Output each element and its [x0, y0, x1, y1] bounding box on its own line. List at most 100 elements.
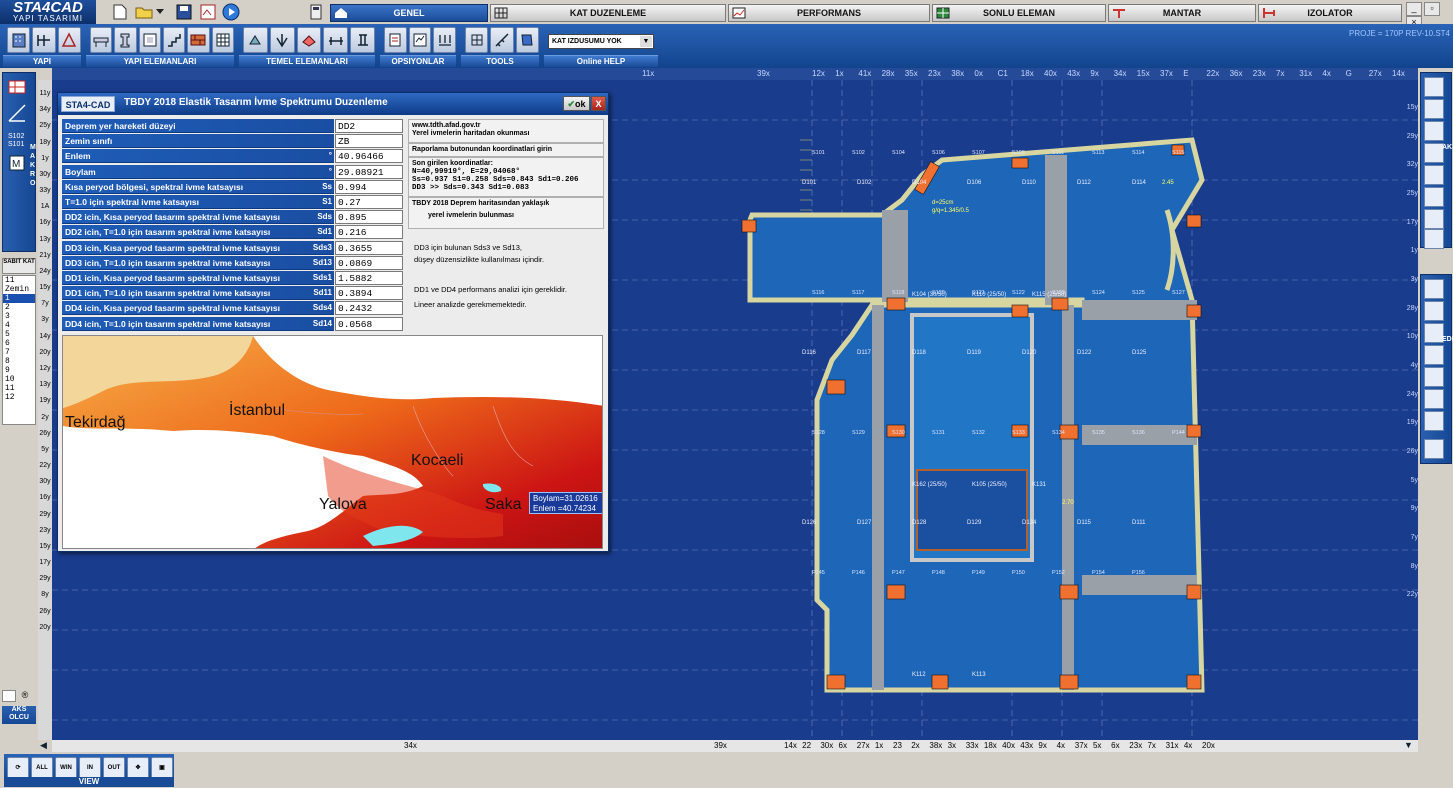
raporlama-box[interactable]: Raporlama butonundan koordinatlari girin	[408, 143, 604, 157]
floor-item[interactable]: 6	[3, 339, 35, 348]
param-value-field[interactable]: 0.895	[335, 210, 403, 225]
aks-slope-icon[interactable]	[1424, 99, 1444, 119]
save-icon[interactable]	[174, 2, 194, 22]
floor-item[interactable]: 4	[3, 321, 35, 330]
makro-wall-icon[interactable]	[7, 77, 27, 97]
kat-izdusumu-select[interactable]: KAT IZDUSUMU YOK ▼	[548, 34, 654, 49]
floor-item[interactable]: 1	[3, 294, 35, 303]
hazard-map[interactable]: Tekirdağ İstanbul Kocaeli Yalova Saka Bo…	[62, 335, 603, 549]
aks-angle-icon[interactable]	[1424, 165, 1444, 185]
aks-move-icon[interactable]	[1424, 121, 1444, 141]
zoom-in-icon[interactable]: IN	[79, 757, 101, 779]
edit-query-icon[interactable]	[1424, 345, 1444, 365]
pan-icon[interactable]: ✥	[127, 757, 149, 779]
restore-icon[interactable]: ▫	[1424, 2, 1440, 16]
scroll-left-icon[interactable]: ◀	[40, 740, 52, 752]
stair-icon[interactable]	[162, 27, 186, 53]
floor-item[interactable]: 9	[3, 366, 35, 375]
param-value-field[interactable]: 0.0869	[335, 255, 403, 270]
play-icon[interactable]	[221, 2, 241, 22]
param-value-field[interactable]: 0.216	[335, 225, 403, 240]
tie-beam-icon[interactable]	[323, 27, 349, 53]
floor-item[interactable]: 5	[3, 330, 35, 339]
footing-icon[interactable]	[243, 27, 268, 53]
tab-genel[interactable]: GENEL	[330, 4, 488, 22]
dialog-titlebar[interactable]: STA4-CAD TBDY 2018 Elastik Tasarım İvme …	[58, 93, 608, 115]
fit-screen-icon[interactable]: ▣	[151, 757, 173, 779]
new-file-icon[interactable]	[110, 2, 130, 22]
print-preview-icon[interactable]	[198, 2, 218, 22]
ok-button[interactable]: ✔ok	[563, 96, 590, 111]
close-dialog-button[interactable]: X	[591, 96, 606, 111]
makro-s102-icon[interactable]: S102S101	[7, 129, 27, 149]
tab-sonlu-eleman[interactable]: SONLU ELEMAN	[932, 4, 1106, 22]
edit-chart-icon[interactable]	[1424, 439, 1444, 459]
axis-dimension-icon[interactable]	[32, 27, 56, 53]
book-icon[interactable]	[515, 27, 539, 53]
aks-copy-icon[interactable]	[1424, 187, 1444, 207]
edit-move-icon[interactable]	[1424, 301, 1444, 321]
building-icon[interactable]	[7, 27, 31, 53]
param-value-field[interactable]: 0.3655	[335, 240, 403, 255]
column-icon[interactable]	[114, 27, 137, 53]
minimize-icon[interactable]: _	[1406, 2, 1422, 16]
floor-item[interactable]: 7	[3, 348, 35, 357]
param-value-field[interactable]: 0.3894	[335, 286, 403, 301]
scroll-down-icon[interactable]: ▼	[1404, 740, 1416, 752]
param-value-field[interactable]: 0.27	[335, 195, 403, 209]
param-value-field[interactable]: 1.5882	[335, 271, 403, 285]
calculator-icon[interactable]	[306, 2, 326, 22]
tab-kat-duzenleme[interactable]: KAT DUZENLEME	[490, 4, 726, 22]
param-value-field[interactable]: 0.0568	[335, 316, 403, 331]
floor-list[interactable]: 11 Zemin 1 2 3 4 5 6 7 8 9 10 11 12	[2, 275, 36, 425]
roof-icon[interactable]	[57, 27, 81, 53]
floor-item[interactable]: 11	[3, 276, 35, 285]
tab-mantar[interactable]: MANTAR	[1108, 4, 1256, 22]
floor-item[interactable]: 8	[3, 357, 35, 366]
slab-icon[interactable]	[138, 27, 161, 53]
open-dropdown-icon[interactable]	[154, 2, 166, 22]
zoom-out-icon[interactable]: OUT	[103, 757, 125, 779]
pile-icon[interactable]	[269, 27, 295, 53]
floor-item[interactable]: Zemin	[3, 285, 35, 294]
aks-diagonal-icon[interactable]	[1424, 229, 1444, 249]
afad-url[interactable]: www.tdth.afad.gov.tr	[412, 122, 600, 130]
tbdy-map-box[interactable]: TBDY 2018 Deprem haritasından yaklaşık y…	[408, 197, 604, 229]
measure-tool-icon[interactable]	[490, 27, 514, 53]
floor-item[interactable]: 11	[3, 384, 35, 393]
raft-icon[interactable]	[296, 27, 322, 53]
foundation-column-icon[interactable]	[350, 27, 375, 53]
param-value-field[interactable]: 40.96466	[335, 149, 403, 164]
makro-m-icon[interactable]: M	[7, 153, 27, 173]
options-doc-icon[interactable]	[384, 27, 407, 53]
aks-olcu-label[interactable]: AKS OLCU	[2, 706, 36, 724]
question-icon[interactable]: ®	[18, 690, 32, 702]
settings-panel-icon[interactable]	[408, 27, 432, 53]
zoom-window-icon[interactable]: WIN	[55, 757, 77, 779]
param-value-field[interactable]: DD2	[335, 119, 403, 133]
loads-icon[interactable]	[433, 27, 457, 53]
edit-rotate-icon[interactable]	[1424, 279, 1444, 299]
zoom-all-icon[interactable]: ALL	[31, 757, 53, 779]
aks-rotate-icon[interactable]	[1424, 143, 1444, 163]
aks-checkbox[interactable]	[2, 690, 16, 702]
param-value-field[interactable]: ZB	[335, 134, 403, 149]
tab-izolator[interactable]: IZOLATOR	[1258, 4, 1402, 22]
edit-stretch-icon[interactable]	[1424, 367, 1444, 387]
aks-grid-icon[interactable]	[1424, 77, 1444, 97]
structure-tool-icon[interactable]	[465, 27, 489, 53]
makro-slope-icon[interactable]	[7, 103, 27, 123]
refresh-icon[interactable]: ⟳	[7, 757, 29, 779]
wall-icon[interactable]	[187, 27, 210, 53]
edit-erase-icon[interactable]	[1424, 389, 1444, 409]
floor-item[interactable]: 2	[3, 303, 35, 312]
aks-delete-icon[interactable]	[1424, 209, 1444, 229]
panel-grid-icon[interactable]	[211, 27, 234, 53]
floor-item[interactable]: 3	[3, 312, 35, 321]
edit-paint-icon[interactable]	[1424, 411, 1444, 431]
tab-performans[interactable]: PERFORMANS	[728, 4, 930, 22]
edit-scale-icon[interactable]	[1424, 323, 1444, 343]
floor-item[interactable]: 10	[3, 375, 35, 384]
floor-item[interactable]: 12	[3, 393, 35, 402]
beam-icon[interactable]	[90, 27, 113, 53]
